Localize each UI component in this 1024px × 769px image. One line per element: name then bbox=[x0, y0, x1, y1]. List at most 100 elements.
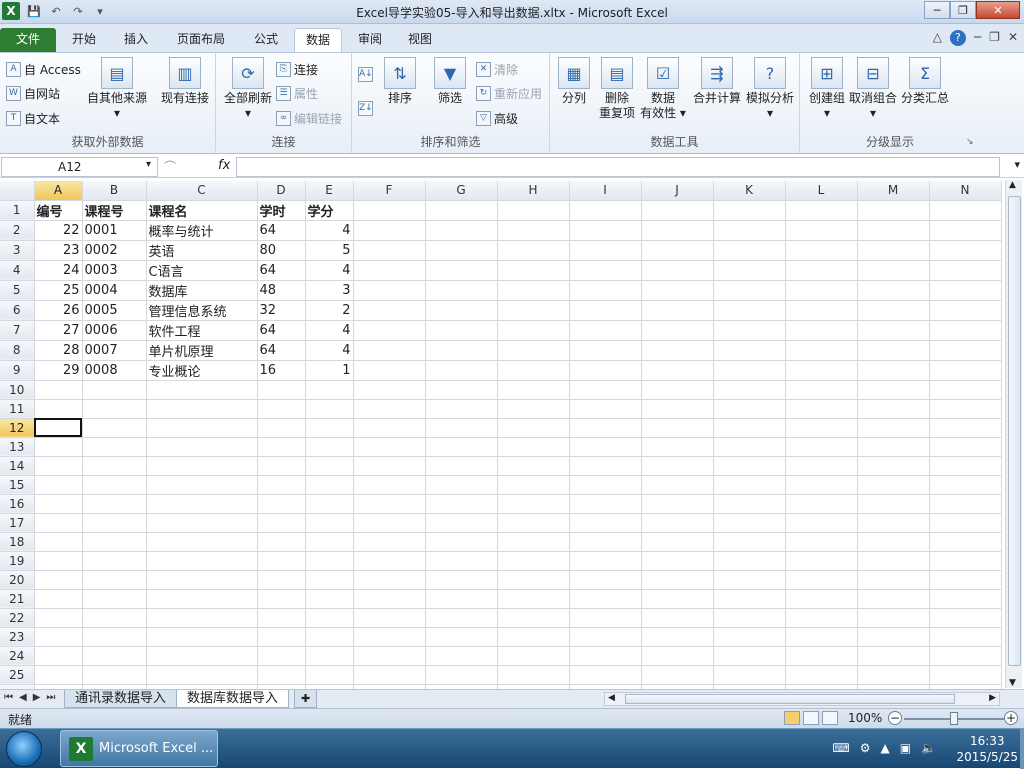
cell[interactable] bbox=[497, 360, 570, 381]
cell[interactable] bbox=[146, 532, 258, 552]
cell[interactable] bbox=[569, 380, 642, 400]
cell[interactable] bbox=[857, 646, 930, 666]
normal-view-icon[interactable] bbox=[784, 711, 800, 725]
cell[interactable] bbox=[785, 646, 858, 666]
cell[interactable]: 4 bbox=[305, 340, 354, 361]
cell[interactable]: 2 bbox=[305, 300, 354, 321]
cell[interactable] bbox=[146, 437, 258, 457]
cell[interactable] bbox=[82, 589, 147, 609]
cell[interactable]: 5 bbox=[305, 240, 354, 261]
cell[interactable]: 48 bbox=[257, 280, 306, 301]
advanced-filter-button[interactable]: ▽ 高级 bbox=[476, 110, 518, 127]
cell[interactable] bbox=[569, 418, 642, 438]
cell[interactable] bbox=[497, 665, 570, 685]
cell[interactable] bbox=[641, 456, 714, 476]
cell[interactable] bbox=[425, 320, 498, 341]
cell[interactable]: 0007 bbox=[82, 340, 147, 361]
cell[interactable] bbox=[353, 513, 426, 533]
cell[interactable] bbox=[857, 589, 930, 609]
cell[interactable] bbox=[929, 220, 1002, 241]
cell[interactable] bbox=[353, 532, 426, 552]
row-header[interactable]: 14 bbox=[0, 456, 35, 476]
cell[interactable] bbox=[425, 200, 498, 221]
prev-sheet-icon[interactable]: ◀ bbox=[19, 692, 27, 703]
cell[interactable] bbox=[857, 665, 930, 685]
data-validation-button[interactable]: ☑ 数据 有效性 ▾ bbox=[640, 57, 686, 121]
cell[interactable] bbox=[146, 475, 258, 495]
doc-restore-icon[interactable]: ❐ bbox=[989, 30, 1000, 46]
cell[interactable] bbox=[353, 220, 426, 241]
cell[interactable] bbox=[146, 494, 258, 514]
cell[interactable] bbox=[641, 513, 714, 533]
sort-descending-button[interactable]: Z↓ bbox=[358, 101, 373, 116]
cell[interactable]: 管理信息系统 bbox=[146, 300, 258, 321]
cell[interactable] bbox=[569, 551, 642, 571]
cell[interactable] bbox=[569, 627, 642, 647]
cell[interactable]: 0008 bbox=[82, 360, 147, 381]
cell[interactable] bbox=[497, 494, 570, 514]
tab-formulas[interactable]: 公式 bbox=[244, 28, 288, 52]
row-header[interactable]: 17 bbox=[0, 513, 35, 533]
cell[interactable] bbox=[713, 570, 786, 590]
cell[interactable] bbox=[641, 220, 714, 241]
cell[interactable] bbox=[785, 665, 858, 685]
cell[interactable] bbox=[257, 608, 306, 628]
cell[interactable] bbox=[929, 532, 1002, 552]
cell[interactable] bbox=[353, 200, 426, 221]
cell[interactable] bbox=[857, 437, 930, 457]
cell[interactable] bbox=[34, 570, 83, 590]
cell[interactable] bbox=[713, 646, 786, 666]
cell[interactable] bbox=[857, 570, 930, 590]
cell[interactable] bbox=[34, 608, 83, 628]
cell[interactable] bbox=[929, 200, 1002, 221]
cell[interactable] bbox=[713, 380, 786, 400]
cell[interactable] bbox=[713, 456, 786, 476]
help-icon[interactable]: ? bbox=[949, 30, 966, 46]
cell[interactable] bbox=[929, 280, 1002, 301]
cell[interactable] bbox=[569, 475, 642, 495]
zoom-level[interactable]: 100% bbox=[848, 711, 882, 725]
cell[interactable] bbox=[146, 418, 258, 438]
cell[interactable] bbox=[569, 494, 642, 514]
tab-page-layout[interactable]: 页面布局 bbox=[168, 28, 234, 52]
cell[interactable] bbox=[305, 475, 354, 495]
refresh-all-button[interactable]: ⟳ 全部刷新 ▾ bbox=[220, 57, 276, 121]
cell[interactable] bbox=[929, 646, 1002, 666]
cell[interactable] bbox=[929, 551, 1002, 571]
row-header[interactable]: 19 bbox=[0, 551, 35, 571]
cell[interactable] bbox=[641, 494, 714, 514]
cell[interactable] bbox=[497, 570, 570, 590]
row-header[interactable]: 13 bbox=[0, 437, 35, 457]
cell[interactable]: 0004 bbox=[82, 280, 147, 301]
cell[interactable] bbox=[497, 551, 570, 571]
cell[interactable] bbox=[34, 475, 83, 495]
close-button[interactable]: ✕ bbox=[976, 1, 1020, 19]
existing-connections-button[interactable]: ▥ 现有连接 bbox=[158, 57, 212, 106]
cell[interactable] bbox=[857, 220, 930, 241]
cell[interactable] bbox=[305, 627, 354, 647]
cell[interactable] bbox=[929, 627, 1002, 647]
row-header[interactable]: 3 bbox=[0, 240, 35, 261]
cell[interactable] bbox=[641, 280, 714, 301]
cell[interactable] bbox=[785, 220, 858, 241]
group-button[interactable]: ⊞ 创建组 ▾ bbox=[804, 57, 850, 121]
cell[interactable] bbox=[305, 570, 354, 590]
row-header[interactable]: 12 bbox=[0, 418, 35, 438]
cell[interactable] bbox=[353, 380, 426, 400]
cell[interactable] bbox=[305, 608, 354, 628]
cell[interactable] bbox=[353, 494, 426, 514]
cell[interactable] bbox=[497, 589, 570, 609]
cell[interactable] bbox=[146, 665, 258, 685]
cell[interactable] bbox=[569, 532, 642, 552]
cell[interactable]: 专业概论 bbox=[146, 360, 258, 381]
cell[interactable] bbox=[569, 513, 642, 533]
minimize-button[interactable]: ─ bbox=[924, 1, 950, 19]
cell[interactable] bbox=[82, 665, 147, 685]
volume-icon[interactable]: 🔈 bbox=[921, 741, 936, 755]
cell[interactable] bbox=[929, 608, 1002, 628]
cell[interactable] bbox=[305, 494, 354, 514]
tab-review[interactable]: 审阅 bbox=[348, 28, 392, 52]
subtotal-button[interactable]: Σ 分类汇总 bbox=[900, 57, 950, 106]
cell[interactable]: 29 bbox=[34, 360, 83, 381]
cell[interactable]: 学分 bbox=[305, 200, 354, 221]
